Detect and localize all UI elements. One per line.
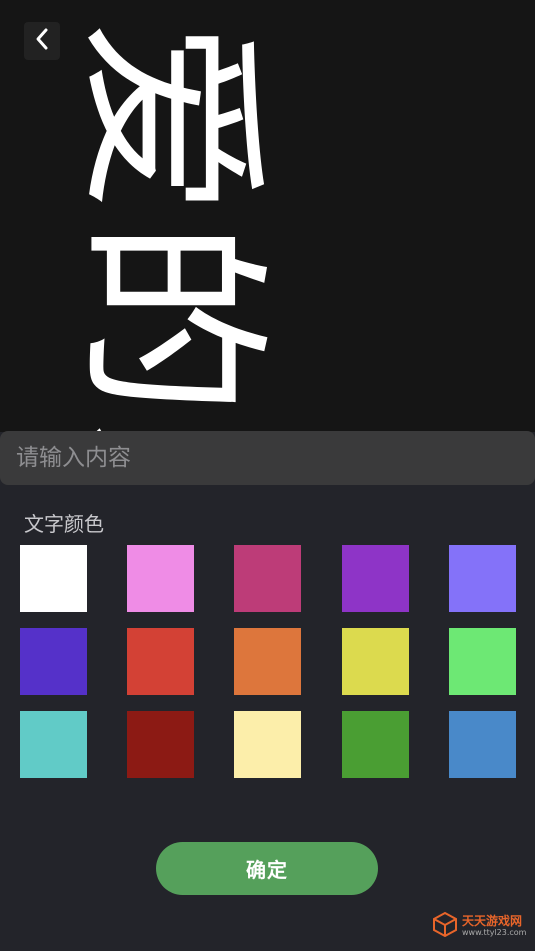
color-swatch[interactable] <box>448 545 516 612</box>
back-button[interactable] <box>24 22 60 60</box>
text-input[interactable] <box>0 431 535 485</box>
color-swatch[interactable] <box>20 628 87 695</box>
text-color-label: 文字颜色 <box>24 512 104 536</box>
text-editor-screen: 爱的爱 文字颜色 确定 天天游戏网 www.ttyl23.com <box>0 0 535 951</box>
cube-logo-icon <box>432 911 458 941</box>
color-swatch[interactable] <box>234 545 302 612</box>
watermark-title: 天天游戏网 <box>462 914 523 928</box>
color-swatch[interactable] <box>20 711 87 778</box>
chevron-left-icon <box>33 27 51 55</box>
color-swatch[interactable] <box>341 545 409 612</box>
color-swatch-grid <box>20 545 516 778</box>
watermark-url: www.ttyl23.com <box>462 928 527 937</box>
watermark-logo: 天天游戏网 www.ttyl23.com <box>432 911 527 941</box>
color-swatch[interactable] <box>448 628 516 695</box>
color-swatch[interactable] <box>20 545 87 612</box>
color-swatch[interactable] <box>234 711 302 778</box>
color-swatch[interactable] <box>234 628 302 695</box>
color-swatch[interactable] <box>127 545 195 612</box>
color-swatch[interactable] <box>341 711 409 778</box>
color-swatch[interactable] <box>341 628 409 695</box>
text-preview-canvas: 爱的爱 <box>0 0 535 432</box>
color-swatch[interactable] <box>127 711 195 778</box>
text-input-bar <box>0 431 535 485</box>
color-swatch[interactable] <box>448 711 516 778</box>
preview-text: 爱的爱 <box>55 20 283 432</box>
color-swatch[interactable] <box>127 628 195 695</box>
confirm-button[interactable]: 确定 <box>156 842 378 895</box>
